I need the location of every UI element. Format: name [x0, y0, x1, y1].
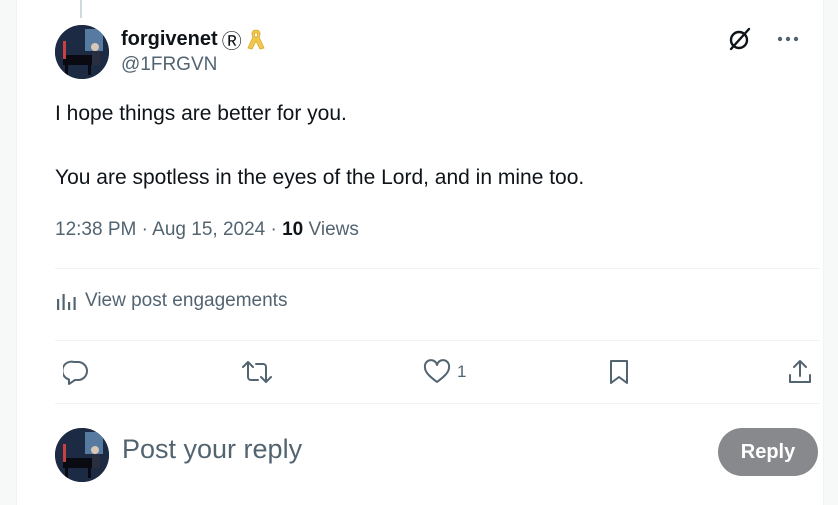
meta-separator: ·: [141, 219, 148, 240]
avatar-image-icon: [55, 25, 109, 79]
post-header-actions: [725, 24, 803, 54]
post-action-bar: 1: [55, 352, 820, 392]
reply-action-button[interactable]: [63, 352, 89, 392]
author-avatar[interactable]: [55, 25, 109, 79]
heart-icon: [423, 359, 451, 385]
thread-connector-line: [80, 0, 82, 18]
yellow-ribbon-icon: [246, 28, 266, 52]
view-engagements-link[interactable]: View post engagements: [55, 290, 287, 312]
reply-input[interactable]: Post your reply: [122, 434, 302, 465]
divider: [55, 268, 820, 269]
reply-icon: [63, 359, 89, 385]
current-user-avatar[interactable]: [55, 428, 109, 482]
author-display-name[interactable]: forgivenet: [121, 28, 218, 51]
meta-separator: ·: [270, 219, 277, 240]
registered-mark: Ⓡ: [221, 31, 242, 53]
post-body: I hope things are better for you. You ar…: [55, 100, 795, 192]
like-count: 1: [457, 362, 467, 381]
view-engagements-label: View post engagements: [85, 290, 288, 311]
post-meta: 12:38 PM · Aug 15, 2024 · 10 Views: [55, 219, 359, 241]
like-action-button[interactable]: 1: [423, 352, 466, 392]
post-card: forgivenet Ⓡ @1FRGVN I hope things are b…: [16, 0, 824, 505]
share-action-button[interactable]: [787, 352, 813, 392]
post-time[interactable]: 12:38 PM: [55, 219, 136, 240]
grok-icon[interactable]: [725, 24, 755, 54]
analytics-icon: [55, 291, 77, 311]
bookmark-icon: [607, 358, 631, 386]
views-label: Views: [308, 219, 359, 240]
views-count: 10: [282, 219, 304, 240]
reply-button[interactable]: Reply: [718, 428, 818, 476]
post-text-line: You are spotless in the eyes of the Lord…: [55, 166, 585, 189]
post-text-line: I hope things are better for you.: [55, 102, 347, 125]
avatar-image-icon: [55, 428, 109, 482]
repost-action-button[interactable]: [241, 352, 273, 392]
repost-icon: [241, 359, 273, 385]
author-handle[interactable]: @1FRGVN: [121, 54, 217, 76]
share-icon: [787, 358, 813, 386]
bookmark-action-button[interactable]: [607, 352, 631, 392]
more-options-icon[interactable]: [773, 24, 803, 54]
divider: [55, 340, 820, 341]
author-name-row: forgivenet Ⓡ: [121, 25, 266, 54]
post-date[interactable]: Aug 15, 2024: [152, 219, 265, 240]
divider: [55, 403, 820, 404]
